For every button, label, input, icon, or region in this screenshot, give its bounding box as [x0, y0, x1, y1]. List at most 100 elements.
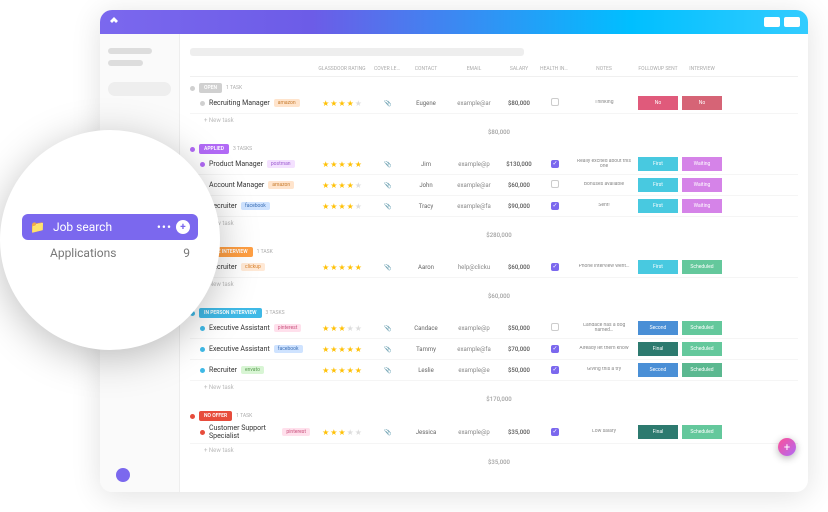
interview-cell[interactable]: Scheduled — [682, 321, 722, 335]
cover-letter-cell[interactable]: 📎 — [374, 429, 402, 436]
list-count: 9 — [183, 246, 190, 260]
email-cell[interactable]: example@p — [450, 161, 498, 168]
task-row[interactable]: Product Managerpostman★★★★★📎Jimexample@p… — [190, 154, 798, 175]
task-row[interactable]: Account Manageramazon★★★★★📎Johnexample@a… — [190, 175, 798, 196]
company-tag[interactable]: envato — [241, 366, 264, 374]
cover-letter-cell[interactable]: 📎 — [374, 325, 402, 332]
email-cell[interactable]: example@p — [450, 429, 498, 436]
status-header[interactable]: OPEN1 TASK — [190, 83, 798, 93]
email-cell[interactable]: example@ar — [450, 100, 498, 107]
checkbox-unchecked[interactable] — [551, 180, 559, 188]
folder-job-search[interactable]: 📁 Job search ••• + — [22, 214, 198, 240]
checkbox-checked[interactable]: ✓ — [551, 366, 559, 374]
email-cell[interactable]: example@p — [450, 325, 498, 332]
cover-letter-cell[interactable]: 📎 — [374, 203, 402, 210]
cover-letter-cell[interactable]: 📎 — [374, 182, 402, 189]
cover-letter-cell[interactable]: 📎 — [374, 264, 402, 271]
checkbox-checked[interactable]: ✓ — [551, 160, 559, 168]
followup-cell[interactable]: First — [638, 199, 678, 213]
rating-stars[interactable]: ★★★★★ — [314, 202, 370, 211]
rating-stars[interactable]: ★★★★★ — [314, 345, 370, 354]
star-icon: ★ — [330, 324, 337, 333]
new-task-button[interactable]: + New task — [190, 381, 798, 394]
followup-cell[interactable]: Final — [638, 342, 678, 356]
company-tag[interactable]: amazon — [268, 181, 294, 189]
status-bullet — [190, 86, 195, 91]
followup-cell[interactable]: No — [638, 96, 678, 110]
interview-cell[interactable]: Scheduled — [682, 342, 722, 356]
rating-stars[interactable]: ★★★★★ — [314, 324, 370, 333]
chat-bubble-icon[interactable] — [116, 468, 130, 482]
company-tag[interactable]: facebook — [274, 345, 303, 353]
cover-letter-cell[interactable]: 📎 — [374, 161, 402, 168]
status-header[interactable]: PHONE INTERVIEW1 TASK — [190, 247, 798, 257]
quick-create-button[interactable]: + — [778, 438, 796, 456]
status-bullet-icon — [200, 368, 205, 373]
new-task-button[interactable]: + New task — [190, 444, 798, 457]
window-controls[interactable] — [764, 17, 800, 27]
company-tag[interactable]: clickup — [241, 263, 265, 271]
star-icon: ★ — [330, 202, 337, 211]
task-row[interactable]: Executive Assistantfacebook★★★★★📎Tammyex… — [190, 339, 798, 360]
rating-stars[interactable]: ★★★★★ — [314, 160, 370, 169]
interview-cell[interactable]: Scheduled — [682, 260, 722, 274]
add-list-button[interactable]: + — [176, 220, 190, 234]
task-row[interactable]: Recruiting Manageramazon★★★★★📎Eugeneexam… — [190, 93, 798, 114]
rating-stars[interactable]: ★★★★★ — [314, 366, 370, 375]
interview-cell[interactable]: No — [682, 96, 722, 110]
company-tag[interactable]: postman — [267, 160, 295, 168]
company-tag[interactable]: pinterest — [274, 324, 302, 332]
search-input[interactable] — [108, 82, 171, 96]
followup-cell[interactable]: Second — [638, 321, 678, 335]
rating-stars[interactable]: ★★★★★ — [314, 263, 370, 272]
list-applications[interactable]: Applications 9 — [22, 240, 198, 266]
email-cell[interactable]: example@ar — [450, 182, 498, 189]
interview-cell[interactable]: Scheduled — [682, 425, 722, 439]
interview-cell[interactable]: Waiting — [682, 157, 722, 171]
checkbox-unchecked[interactable] — [551, 323, 559, 331]
new-task-button[interactable]: + New task — [190, 114, 798, 127]
cover-letter-cell[interactable]: 📎 — [374, 367, 402, 374]
followup-cell[interactable]: Final — [638, 425, 678, 439]
salary-cell: $50,000 — [502, 367, 536, 374]
rating-stars[interactable]: ★★★★★ — [314, 428, 370, 437]
rating-stars[interactable]: ★★★★★ — [314, 99, 370, 108]
interview-cell[interactable]: Waiting — [682, 178, 722, 192]
star-icon: ★ — [338, 181, 345, 190]
cover-letter-cell[interactable]: 📎 — [374, 100, 402, 107]
more-icon[interactable]: ••• — [157, 220, 172, 234]
new-task-button[interactable]: + New task — [190, 217, 798, 230]
followup-cell[interactable]: First — [638, 178, 678, 192]
task-row[interactable]: Recruiterclickup★★★★★📎Aaronhelp@clicku$6… — [190, 257, 798, 278]
status-header[interactable]: NO OFFER1 TASK — [190, 411, 798, 421]
company-tag[interactable]: facebook — [241, 202, 270, 210]
status-header[interactable]: IN PERSON INTERVIEW3 TASKS — [190, 308, 798, 318]
checkbox-checked[interactable]: ✓ — [551, 428, 559, 436]
new-task-button[interactable]: + New task — [190, 278, 798, 291]
rating-stars[interactable]: ★★★★★ — [314, 181, 370, 190]
cover-letter-cell[interactable]: 📎 — [374, 346, 402, 353]
company-tag[interactable]: pinterest — [282, 428, 310, 436]
task-row[interactable]: Recruiterfacebook★★★★★📎Tracyexample@fa$9… — [190, 196, 798, 217]
titlebar — [100, 10, 808, 34]
interview-cell[interactable]: Scheduled — [682, 363, 722, 377]
col-cover: COVER LETTER — [374, 66, 402, 72]
email-cell[interactable]: help@clicku — [450, 264, 498, 271]
followup-cell[interactable]: Second — [638, 363, 678, 377]
task-row[interactable]: Executive Assistantpinterest★★★★★📎Candac… — [190, 318, 798, 339]
checkbox-checked[interactable]: ✓ — [551, 263, 559, 271]
task-row[interactable]: Recruiterenvato★★★★★📎Leslieexample@e$50,… — [190, 360, 798, 381]
status-header[interactable]: APPLIED3 TASKS — [190, 144, 798, 154]
checkbox-checked[interactable]: ✓ — [551, 345, 559, 353]
task-row[interactable]: Customer Support Specialistpinterest★★★★… — [190, 421, 798, 444]
email-cell[interactable]: example@e — [450, 367, 498, 374]
company-tag[interactable]: amazon — [274, 99, 300, 107]
email-cell[interactable]: example@fa — [450, 346, 498, 353]
status-bullet-icon — [200, 101, 205, 106]
followup-cell[interactable]: First — [638, 157, 678, 171]
email-cell[interactable]: example@fa — [450, 203, 498, 210]
interview-cell[interactable]: Waiting — [682, 199, 722, 213]
followup-cell[interactable]: First — [638, 260, 678, 274]
checkbox-unchecked[interactable] — [551, 98, 559, 106]
checkbox-checked[interactable]: ✓ — [551, 202, 559, 210]
